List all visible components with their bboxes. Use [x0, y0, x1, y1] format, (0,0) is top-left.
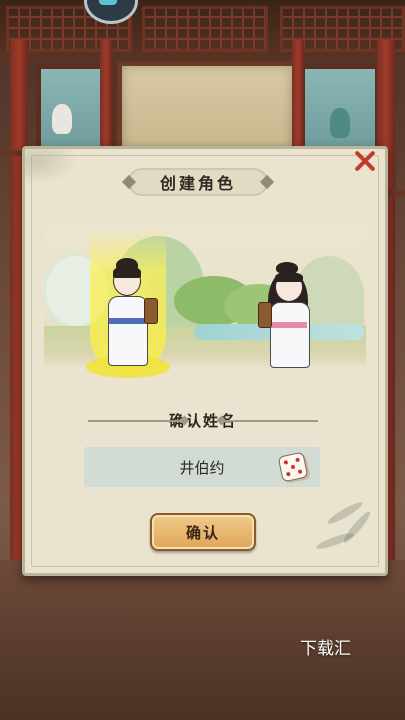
divider-line — [222, 420, 318, 422]
shelf — [0, 150, 24, 156]
character-name-value: 井伯约 — [179, 458, 225, 477]
character-option-male[interactable] — [96, 258, 162, 374]
red-pillar — [100, 40, 112, 160]
red-pillar — [292, 40, 304, 160]
confirm-button-label: 确认 — [185, 523, 220, 542]
character-option-female[interactable] — [256, 262, 322, 374]
confirm-button[interactable]: 确认 — [150, 513, 256, 551]
vase — [52, 104, 72, 134]
dialog-title-plate: 创建角色 — [128, 168, 268, 196]
watermark-text: 下载汇 — [300, 639, 351, 659]
divider-line — [88, 420, 184, 422]
name-section-header: 确认姓名 — [60, 406, 346, 434]
lattice-window — [142, 6, 268, 52]
close-button[interactable] — [352, 148, 378, 174]
vase — [330, 108, 350, 138]
random-name-button[interactable] — [276, 450, 310, 484]
dialog-title: 创建角色 — [159, 174, 236, 193]
wall-scroll — [118, 62, 296, 156]
bamboo-leaf-decoration — [314, 530, 356, 552]
dice-icon — [277, 451, 309, 483]
